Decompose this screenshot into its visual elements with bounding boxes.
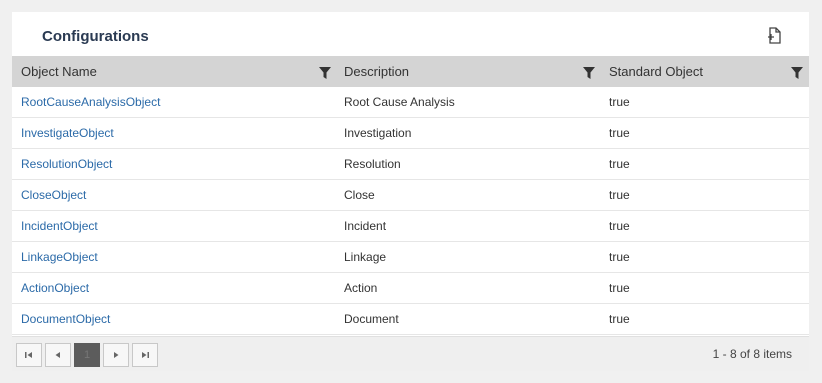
table-row[interactable]: ActionObject Action true: [12, 273, 809, 304]
object-name-link[interactable]: DocumentObject: [21, 304, 110, 335]
table-row[interactable]: ResolutionObject Resolution true: [12, 149, 809, 180]
table-row[interactable]: IncidentObject Incident true: [12, 211, 809, 242]
object-name-link[interactable]: CloseObject: [21, 180, 86, 211]
object-name-link[interactable]: RootCauseAnalysisObject: [21, 87, 160, 118]
table-row[interactable]: CloseObject Close true: [12, 180, 809, 211]
export-file-icon[interactable]: [765, 26, 785, 46]
standard-object-cell: true: [609, 312, 630, 326]
column-header-standard-object[interactable]: Standard Object: [609, 56, 703, 87]
table-row[interactable]: DocumentObject Document true: [12, 304, 809, 335]
table-row[interactable]: LinkageObject Linkage true: [12, 242, 809, 273]
filter-icon[interactable]: [791, 66, 803, 79]
standard-object-cell: true: [609, 157, 630, 171]
panel-header: Configurations: [12, 12, 809, 56]
object-name-link[interactable]: ActionObject: [21, 273, 89, 304]
first-page-button[interactable]: [16, 343, 42, 367]
description-cell: Resolution: [344, 157, 401, 171]
previous-page-button[interactable]: [45, 343, 71, 367]
table-row[interactable]: InvestigateObject Investigation true: [12, 118, 809, 149]
standard-object-cell: true: [609, 250, 630, 264]
object-name-link[interactable]: LinkageObject: [21, 242, 98, 273]
description-cell: Incident: [344, 219, 387, 233]
description-cell: Close: [344, 188, 375, 202]
standard-object-cell: true: [609, 95, 630, 109]
panel-title: Configurations: [42, 28, 149, 45]
object-name-link[interactable]: IncidentObject: [21, 211, 98, 242]
standard-object-cell: true: [609, 126, 630, 140]
last-page-button[interactable]: [132, 343, 158, 367]
standard-object-cell: true: [609, 219, 630, 233]
description-cell: Investigation: [344, 126, 412, 140]
column-header-object-name[interactable]: Object Name: [21, 56, 97, 87]
pager: 1 1 - 8 of 8 items: [12, 336, 809, 371]
object-name-link[interactable]: InvestigateObject: [21, 118, 114, 149]
grid-body: RootCauseAnalysisObject Root Cause Analy…: [12, 87, 809, 335]
table-row[interactable]: RootCauseAnalysisObject Root Cause Analy…: [12, 87, 809, 118]
next-page-button[interactable]: [103, 343, 129, 367]
description-cell: Root Cause Analysis: [344, 95, 455, 109]
pager-info: 1 - 8 of 8 items: [712, 347, 792, 361]
column-header-description[interactable]: Description: [344, 56, 409, 87]
description-cell: Linkage: [344, 250, 387, 264]
standard-object-cell: true: [609, 188, 630, 202]
object-name-link[interactable]: ResolutionObject: [21, 149, 112, 180]
configurations-panel: Configurations Object Name Description S…: [12, 12, 809, 371]
filter-icon[interactable]: [319, 66, 331, 79]
standard-object-cell: true: [609, 281, 630, 295]
description-cell: Document: [344, 312, 399, 326]
filter-icon[interactable]: [583, 66, 595, 79]
description-cell: Action: [344, 281, 378, 295]
current-page-indicator[interactable]: 1: [74, 343, 100, 367]
grid-header: Object Name Description Standard Object: [12, 56, 809, 87]
